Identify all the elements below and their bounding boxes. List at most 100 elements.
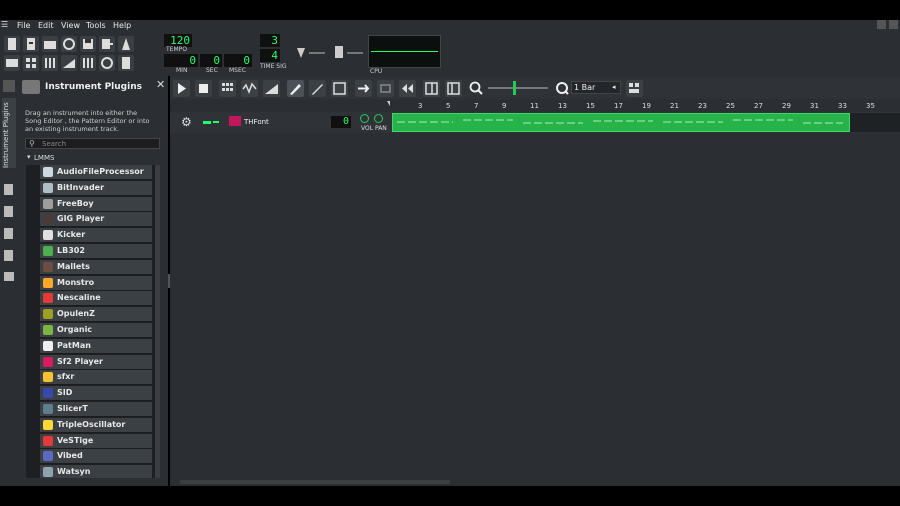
menu-file[interactable]: File [17,21,30,30]
rewind-icon[interactable] [399,80,416,97]
computer-tab-icon[interactable] [4,272,14,281]
plugin-item-opulenz[interactable]: OpulenZ [40,307,152,323]
track-name[interactable]: THFont [244,118,269,126]
restore-icon[interactable] [877,20,886,29]
timesig-numerator[interactable]: 3 [260,34,280,47]
plugin-label: LB302 [57,246,85,255]
plugin-item-slicert[interactable]: SlicerT [40,402,152,417]
add-pattern-track-icon[interactable] [219,80,236,97]
plugin-icon [43,309,53,320]
insert-bar-icon[interactable] [423,80,440,97]
plugin-item-sid[interactable]: SID [40,386,152,402]
remove-bar-icon[interactable] [445,80,462,97]
new-from-template-icon[interactable] [23,36,39,52]
recent-projects-icon[interactable] [61,36,77,52]
mute-toggle[interactable] [203,121,211,124]
tab-instrument-plugins[interactable]: Instrument Plugins [2,98,16,168]
plugin-item-organic[interactable]: Organic [40,323,152,338]
export-icon[interactable] [99,36,115,52]
plugin-item-sfxr[interactable]: sfxr [40,370,152,386]
plugin-item-vestige[interactable]: VeSTige [40,433,152,449]
plugin-item-audiofileprocessor[interactable]: AudioFileProcessor [40,165,152,180]
loop-icon[interactable] [377,80,394,97]
track-settings-gear-icon[interactable]: ⚙ [181,115,192,129]
plugin-item-lb302[interactable]: LB302 [40,244,152,259]
metronome-icon[interactable] [118,36,134,52]
timeline-tick: 17 [614,102,623,110]
save-project-icon[interactable] [80,36,96,52]
plugin-item-bitinvader[interactable]: BitInvader [40,180,152,196]
horizontal-scrollbar[interactable] [180,480,450,484]
master-pitch-icon[interactable] [335,46,343,58]
master-volume-slider[interactable] [309,52,325,54]
project-notes-icon[interactable] [118,55,134,71]
oscilloscope-trace [371,51,438,52]
menu-view[interactable]: View [61,21,80,30]
close-window-icon[interactable] [889,20,898,29]
plugin-list-scrollbar[interactable] [155,165,160,478]
new-project-icon[interactable] [4,36,20,52]
automation-editor-icon[interactable] [61,55,77,71]
sf2-player-icon [229,116,241,126]
piano-roll-icon[interactable] [42,55,58,71]
menu-help[interactable]: Help [113,21,131,30]
empty-track-area[interactable] [850,113,900,132]
plugin-item-gig-player[interactable]: GIG Player [40,212,152,228]
tree-expand-icon[interactable]: ▾ [27,153,31,161]
samples-tab-icon[interactable] [4,206,13,217]
close-panel-icon[interactable]: ✕ [156,78,165,91]
tempo-label: TEMPO [166,46,187,53]
zoom-slider-handle[interactable] [513,81,516,95]
plugin-item-sf2-player[interactable]: Sf2 Player [40,354,152,370]
plugin-item-nescaline[interactable]: Nescaline [40,291,152,307]
plugin-item-freeboy[interactable]: FreeBoy [40,196,152,212]
record-arrow-icon[interactable] [355,80,372,97]
plugin-item-mallets[interactable]: Mallets [40,259,152,275]
controller-rack-icon[interactable] [99,55,115,71]
add-sample-track-icon[interactable] [241,80,258,97]
tree-root-lmms[interactable]: LMMS [34,154,54,162]
plugin-icon [43,467,53,478]
timesig-denominator[interactable]: 4 [260,49,280,62]
plugin-item-tripleoscillator[interactable]: TripleOscillator [40,417,152,433]
plugin-item-vibed[interactable]: Vibed [40,449,152,465]
app-menu-icon[interactable]: ☰ [1,20,8,29]
open-project-icon[interactable] [42,36,58,52]
menu-tools[interactable]: Tools [86,21,106,30]
master-volume-icon[interactable] [297,48,305,58]
projects-tab-icon[interactable] [4,184,13,195]
home-tab-icon[interactable] [4,250,13,261]
master-pitch-slider[interactable] [347,52,363,54]
knife-mode-icon[interactable] [309,80,326,97]
mixer-icon[interactable] [80,55,96,71]
play-icon[interactable] [173,80,190,97]
add-automation-track-icon[interactable] [263,80,280,97]
plugin-item-watsyn[interactable]: Watsyn [40,465,152,478]
zoom-slider-track[interactable] [488,87,548,89]
plugin-item-monstro[interactable]: Monstro [40,275,152,291]
proportional-snap-icon[interactable] [626,80,643,97]
menu-edit[interactable]: Edit [38,21,54,30]
sample-clip[interactable] [392,113,850,132]
zoom-icon[interactable] [468,80,484,96]
plugin-icon [43,451,53,462]
song-editor-icon[interactable] [4,55,20,71]
draw-mode-icon[interactable] [287,80,304,97]
timeline-ruler[interactable]: 3 5 7 9 11 13 15 17 19 21 23 25 27 29 31 33 35 [390,101,900,112]
plugin-label: PatMan [57,340,91,350]
search-box[interactable]: ⚲ Search [25,138,160,149]
plugin-item-kicker[interactable]: Kicker [40,228,152,244]
presets-tab-icon[interactable] [4,228,13,239]
plugin-label: Sf2 Player [57,356,103,366]
select-mode-icon[interactable] [331,80,348,97]
volume-knob[interactable] [360,114,369,123]
track-volume-display[interactable]: 0 [331,116,351,128]
stop-icon[interactable] [195,80,212,97]
snap-size-dropdown[interactable]: 1 Bar ◂ [571,81,621,94]
pan-knob[interactable] [374,114,383,123]
instrument-plugins-tab-icon[interactable] [3,80,15,92]
solo-toggle[interactable] [213,121,219,123]
search-icon: ⚲ [29,139,35,148]
pattern-editor-icon[interactable] [23,55,39,71]
plugin-item-patman[interactable]: PatMan [40,338,152,354]
